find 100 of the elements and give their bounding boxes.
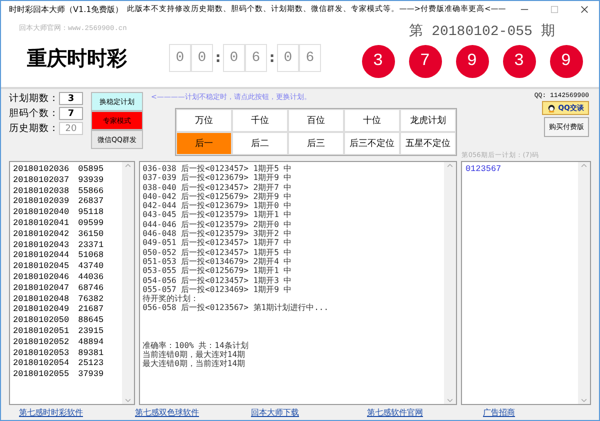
penguin-icon [547, 104, 556, 112]
draw-result: 88645 [78, 315, 104, 326]
issue-number: 20180102054 [13, 358, 70, 370]
position-tab[interactable]: 五星不定位 [400, 132, 456, 155]
issue-number: 20180102049 [13, 304, 70, 316]
forecast-number: 0123567 [465, 164, 502, 174]
draw-result: 21687 [78, 304, 104, 316]
close-icon [580, 4, 590, 14]
draw-result: 05895 [78, 164, 104, 175]
scroll-up-icon[interactable] [446, 162, 454, 170]
log-line: 037-039 后一投<0123679> 1期开9 中 [142, 173, 293, 183]
result-ball: 9 [550, 45, 582, 78]
stats-line: 最大连错0期，当前连对14期 [142, 359, 246, 369]
draw-result: 09599 [78, 218, 104, 229]
position-tab[interactable]: 后三不定位 [344, 132, 400, 155]
issue-number: 20180102047 [13, 282, 70, 294]
footer-link[interactable]: 第七感时时彩软件 [19, 407, 135, 418]
scrollbar[interactable] [122, 162, 134, 404]
issue-number: 20180102042 [13, 228, 70, 240]
setting-label: 胆码个数： [9, 107, 59, 120]
time-separator: : [214, 50, 222, 66]
issue-number: 20180102038 [13, 186, 70, 196]
issue-number: 20180102044 [13, 250, 70, 262]
draw-result: 51068 [78, 250, 104, 262]
position-tab[interactable]: 万位 [176, 109, 232, 132]
position-tab[interactable]: 后三 [288, 132, 344, 155]
log-line: 038-040 后一投<0123457> 2期开7 中 [142, 182, 293, 192]
issue-number: 20180102039 [13, 196, 70, 208]
setting-label: 历史期数： [9, 122, 59, 135]
issue-number: 20180102050 [13, 315, 70, 326]
draw-result: 37939 [78, 369, 104, 380]
log-line: 049-051 后一投<0123457> 1期开7 中 [142, 238, 293, 248]
time-separator: : [268, 50, 276, 66]
log-line: 036-038 后一投<0123457> 1期开5 中 [142, 164, 293, 174]
log-line: 046-048 后一投<0123579> 3期开2 中 [142, 229, 293, 238]
scroll-down-icon[interactable] [580, 396, 588, 404]
position-tab[interactable]: 千位 [232, 109, 288, 132]
footer-link[interactable]: 第七感双色球软件 [135, 407, 251, 418]
draw-number: 第 20180102-055 期 [409, 22, 555, 40]
log-heading: 待开奖的计划： [142, 294, 200, 304]
draw-result: 76382 [78, 294, 104, 304]
position-tab[interactable]: 后一 [176, 132, 232, 155]
maximize-icon [550, 4, 560, 14]
draw-result: 36150 [78, 228, 104, 240]
issue-number: 20180102055 [13, 369, 70, 380]
issue-number: 20180102048 [13, 294, 70, 304]
result-ball: 3 [362, 45, 394, 78]
position-tab[interactable]: 百位 [288, 109, 344, 132]
countdown-digit: 6 [245, 44, 267, 72]
draw-result: 44036 [78, 272, 104, 283]
issue-number: 20180102051 [13, 326, 70, 337]
draw-result: 26837 [78, 196, 104, 208]
draw-result: 95118 [78, 207, 104, 218]
scroll-up-icon[interactable] [580, 162, 588, 170]
countdown-digit: 6 [299, 44, 321, 72]
log-line: 044-046 后一投<0123579> 2期开0 中 [142, 220, 293, 230]
footer-link[interactable]: 第七感软件官网 [367, 407, 483, 418]
scroll-down-icon[interactable] [124, 396, 132, 404]
scrollbar[interactable] [444, 162, 456, 404]
position-tab[interactable]: 后二 [232, 132, 288, 155]
issue-number: 20180102037 [13, 174, 70, 186]
position-tab[interactable]: 十位 [344, 109, 400, 132]
stats-line: 当前连错0期，最大连对14期 [142, 350, 246, 360]
setting-field[interactable]: 7 [59, 107, 83, 120]
draw-result: 55866 [78, 186, 104, 196]
draw-result: 25123 [78, 358, 104, 370]
draw-result: 93939 [78, 174, 104, 186]
draw-result: 89381 [78, 348, 104, 358]
log-line: 054-056 后一投<0123457> 1期开3 中 [142, 276, 293, 285]
countdown-digit: 0 [277, 44, 299, 72]
issue-number: 20180102041 [13, 218, 70, 229]
countdown-digit: 0 [169, 44, 191, 72]
footer-link[interactable]: 广告招商 [483, 407, 599, 418]
window-title: 时时彩回本大师（V1.1免费版） [9, 4, 124, 14]
log-line: 051-053 后一投<0134679> 2期开4 中 [142, 256, 293, 266]
draw-result: 68746 [78, 282, 104, 294]
draw-result: 43740 [78, 261, 104, 272]
setting-label: 计划期数： [9, 92, 59, 105]
footer-link[interactable]: 回本大师下载 [251, 407, 367, 418]
result-ball: 9 [456, 45, 488, 78]
log-line: 043-045 后一投<0123579> 1期开1 中 [142, 210, 293, 220]
log-line: 040-042 后一投<0125679> 2期开9 中 [142, 192, 293, 202]
scroll-up-icon[interactable] [124, 162, 132, 170]
log-line: 050-052 后一投<0123457> 1期开5 中 [142, 248, 293, 257]
issue-number: 20180102045 [13, 261, 70, 272]
log-line: 053-055 后一投<0125679> 1期开1 中 [142, 266, 293, 276]
issue-number: 20180102053 [13, 348, 70, 358]
scrollbar[interactable] [578, 162, 590, 404]
result-ball: 7 [408, 45, 442, 78]
position-tab[interactable]: 龙虎计划 [400, 109, 456, 132]
issue-number: 20180102046 [13, 272, 70, 283]
draw-result: 23371 [78, 240, 104, 250]
log-line: 042-044 后一投<0123679> 1期开0 中 [142, 201, 293, 210]
setting-field[interactable]: 3 [59, 92, 83, 105]
stats-line: 准确率：100% 共：14条计划 [142, 340, 250, 350]
result-ball: 3 [502, 45, 536, 78]
scroll-down-icon[interactable] [446, 396, 454, 404]
issue-number: 20180102040 [13, 207, 70, 218]
issue-number: 20180102052 [13, 336, 70, 348]
countdown-digit: 0 [191, 44, 213, 72]
